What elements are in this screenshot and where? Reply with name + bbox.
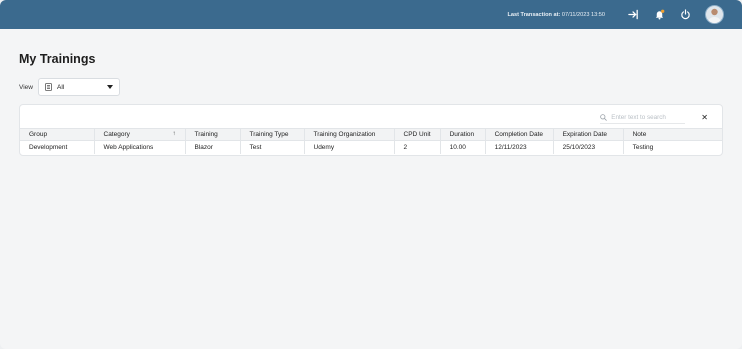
cell-category: Web Applications [94,140,186,154]
cell-training: Blazor [185,140,241,154]
notification-bell-icon[interactable] [649,5,669,25]
table-header-row: Group Category ↑ Training Training Type … [20,128,722,141]
column-header-training-organization[interactable]: Training Organization [304,128,395,141]
document-list-icon [45,83,52,91]
last-transaction-label: Last Transaction at: [507,11,561,18]
trainings-grid: ✕ Group Category ↑ Training Training Typ… [19,104,723,156]
column-header-note[interactable]: Note [623,128,722,141]
search-bar: ✕ [600,112,708,124]
table-row[interactable]: Development Web Applications Blazor Test… [20,140,722,154]
column-header-group[interactable]: Group [20,128,95,141]
column-header-cpd-unit[interactable]: CPD Unit [394,128,441,141]
cell-note: Testing [632,143,654,151]
caret-down-icon [106,85,113,89]
user-avatar[interactable] [705,5,724,24]
view-select-value: All [56,83,65,91]
cell-group: Development [20,140,95,154]
app-window: Last Transaction at: 07/11/2023 13:50 My… [0,0,742,349]
last-transaction: Last Transaction at: 07/11/2023 13:50 [507,12,605,18]
column-header-category[interactable]: Category ↑ [94,128,186,141]
trainings-table: Group Category ↑ Training Training Type … [20,128,722,154]
search-input[interactable] [611,114,682,121]
top-bar: Last Transaction at: 07/11/2023 13:50 [0,0,742,29]
search-icon [600,114,608,121]
cell-cpd-unit: 2 [394,140,441,154]
cell-expiration-date: 25/10/2023 [553,140,624,154]
column-header-category-label: Category [103,131,130,138]
column-header-expiration-date[interactable]: Expiration Date [553,128,624,141]
power-icon[interactable] [675,5,695,25]
view-select[interactable]: All [37,78,120,96]
cell-duration: 10.00 [440,140,486,154]
column-header-duration[interactable]: Duration [440,128,486,141]
page-title: My Trainings [19,52,96,66]
sort-ascending-icon: ↑ [172,131,176,137]
view-label: View [19,83,33,91]
column-header-training[interactable]: Training [185,128,241,141]
search-box [600,112,686,124]
last-transaction-value: 07/11/2023 13:50 [561,11,605,18]
column-header-training-type[interactable]: Training Type [240,128,305,141]
clear-search-button[interactable]: ✕ [701,114,708,122]
cell-completion-date: 12/11/2023 [485,140,554,154]
view-filter: View All [19,78,120,96]
cell-training-type: Test [240,140,305,154]
column-header-completion-date[interactable]: Completion Date [485,128,554,141]
cell-training-organization: Udemy [304,140,395,154]
login-icon[interactable] [623,5,643,25]
